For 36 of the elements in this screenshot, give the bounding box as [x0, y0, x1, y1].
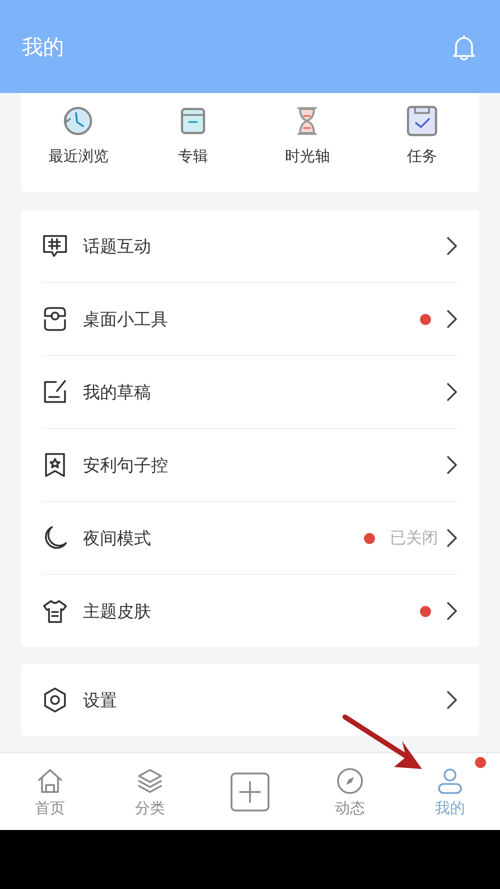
shortcut-label[interactable]: 专辑: [178, 147, 208, 166]
shortcut-label[interactable]: 任务: [406, 147, 437, 166]
nav-tab[interactable]: 分类: [100, 753, 200, 831]
user-icon: [436, 766, 464, 794]
chevron-right-icon[interactable]: [446, 601, 458, 621]
add-icon: [230, 772, 270, 812]
chevron-right-icon[interactable]: [446, 382, 458, 402]
nav-tab[interactable]: 首页: [0, 753, 100, 831]
shortcut-label[interactable]: 最近浏览: [48, 147, 108, 166]
shirt-icon: [42, 598, 68, 624]
status-text: 已关闭: [390, 528, 438, 548]
menu-label[interactable]: 我的草稿: [83, 380, 446, 404]
clipboard-check-icon: [404, 104, 439, 138]
menu-label[interactable]: 主题皮肤: [83, 600, 420, 622]
chevron-right-icon[interactable]: [446, 528, 458, 548]
menu-label[interactable]: 桌面小工具: [83, 308, 420, 330]
chevron-right-icon[interactable]: [446, 309, 458, 329]
home-icon: [36, 766, 64, 794]
nav-tab[interactable]: 动态: [300, 753, 400, 831]
menu-label[interactable]: 设置: [83, 688, 446, 712]
menu-label[interactable]: 安利句子控: [83, 454, 446, 476]
bookmark-star-icon: [42, 452, 68, 478]
hashtag-icon: [42, 233, 68, 259]
compass-icon: [336, 766, 364, 794]
widget-icon: [42, 306, 68, 332]
shortcut-label[interactable]: 时光轴: [284, 147, 330, 166]
chevron-right-icon[interactable]: [446, 690, 458, 710]
chevron-right-icon[interactable]: [446, 455, 458, 475]
chevron-right-icon[interactable]: [446, 236, 458, 256]
menu-label[interactable]: 话题互动: [83, 234, 446, 258]
settings-icon: [42, 687, 68, 713]
layers-icon: [136, 766, 164, 794]
menu-label[interactable]: 夜间模式: [83, 526, 364, 550]
edit-icon: [42, 379, 68, 405]
page-title: 我的: [22, 34, 64, 60]
moon-icon: [42, 525, 68, 551]
